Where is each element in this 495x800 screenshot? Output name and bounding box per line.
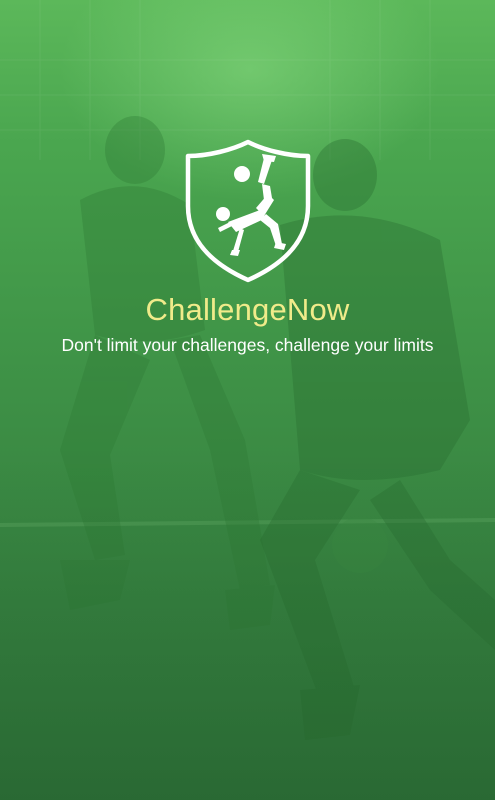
- tagline: Don't limit your challenges, challenge y…: [61, 335, 434, 355]
- shield-bicycle-kick-icon: [185, 139, 311, 283]
- app-name: ChallengeNow: [145, 292, 350, 327]
- app-logo: [180, 136, 316, 286]
- splash-screen: ChallengeNow Don't limit your challenges…: [0, 0, 495, 800]
- background-shade: [0, 0, 495, 800]
